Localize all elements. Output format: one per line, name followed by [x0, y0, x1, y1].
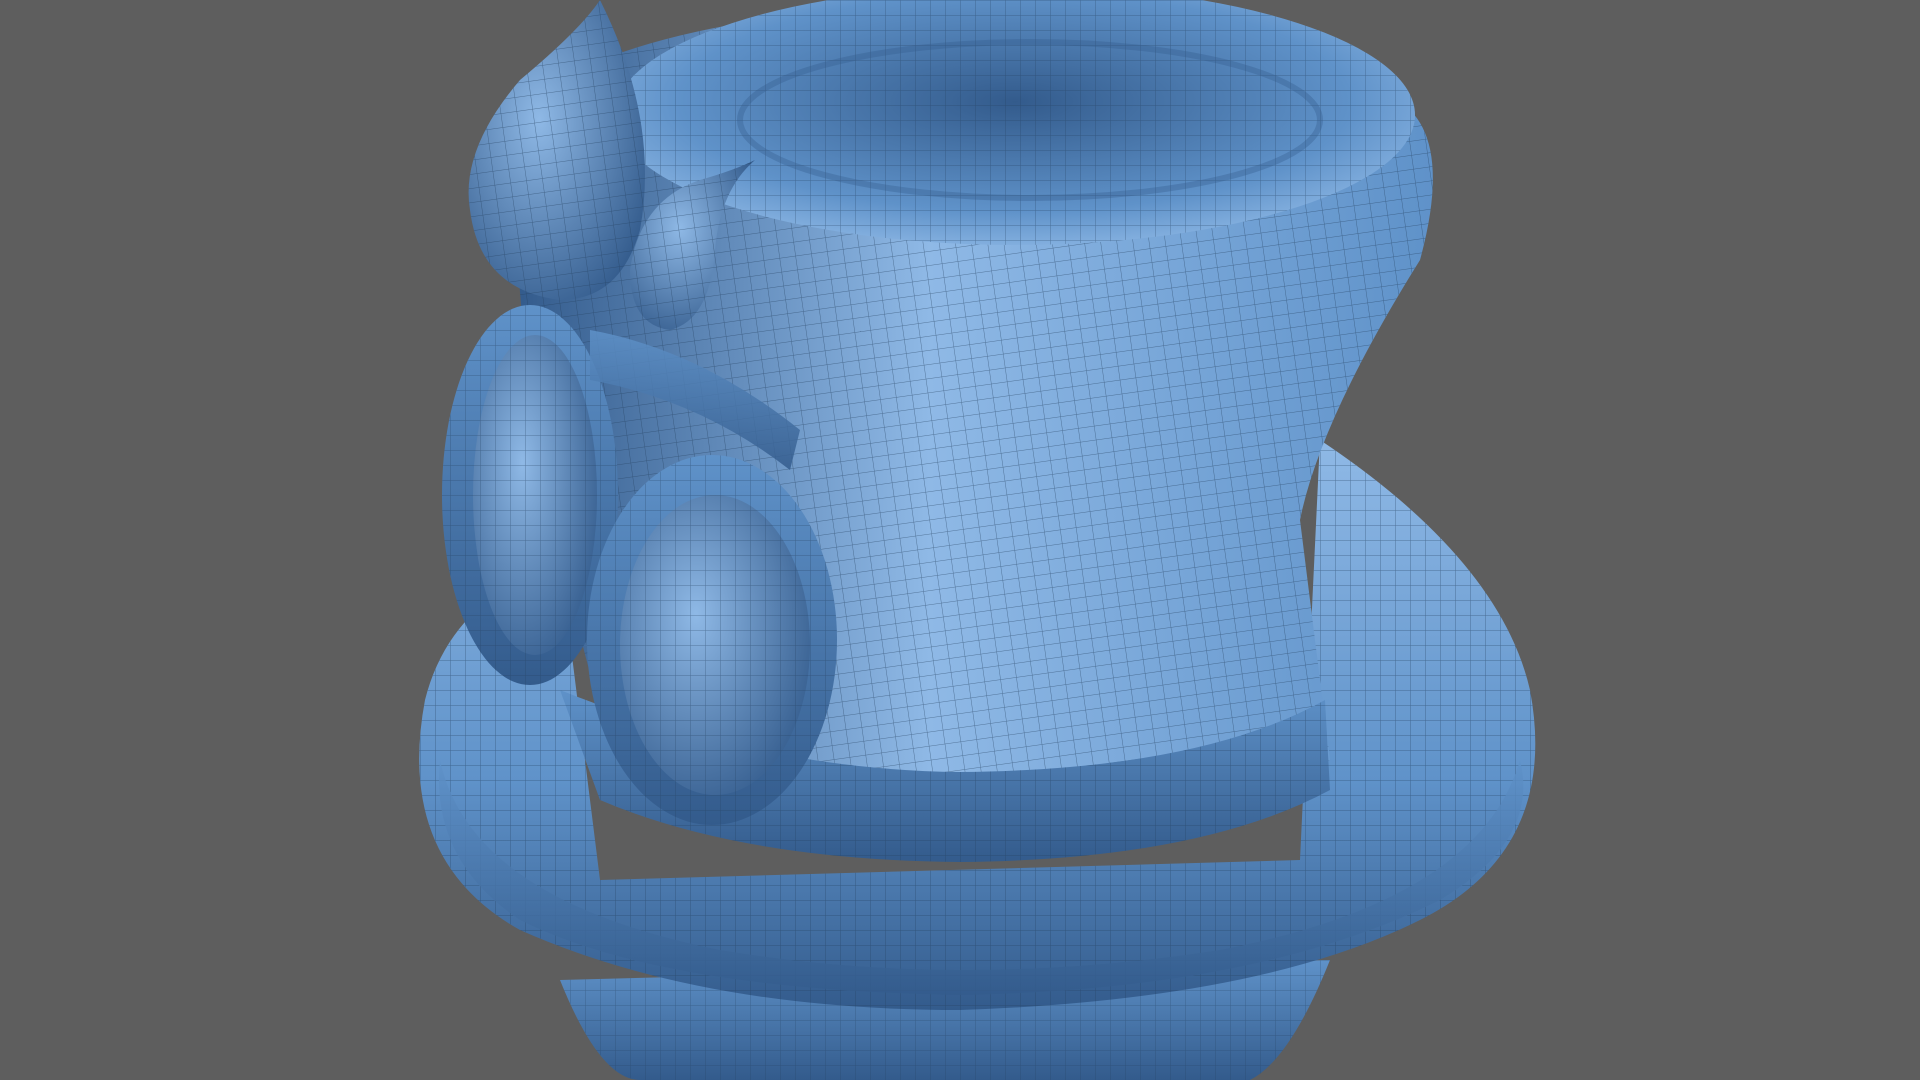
3d-viewport[interactable] [0, 0, 1920, 1080]
top-hat-model[interactable] [419, 0, 1536, 1080]
